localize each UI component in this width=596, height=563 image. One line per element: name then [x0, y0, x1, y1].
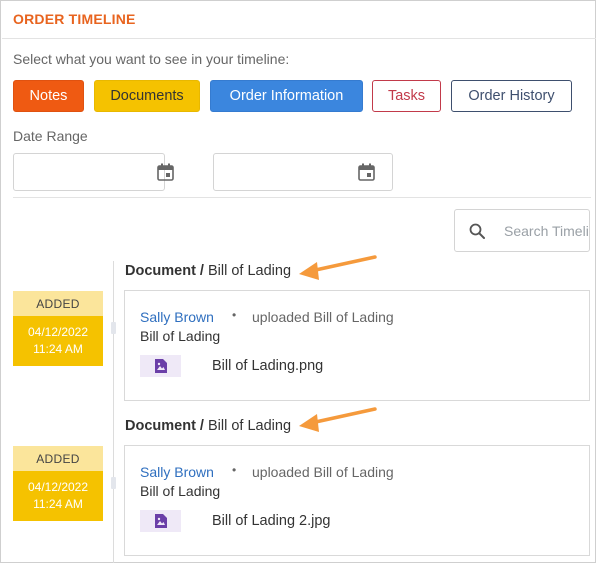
entry-date-badge: ADDED 04/12/2022 11:24 AM [13, 291, 103, 366]
entry-time: 11:24 AM [33, 342, 83, 356]
timeline-search[interactable] [454, 209, 590, 252]
filter-prompt: Select what you want to see in your time… [13, 51, 290, 67]
entry-heading: Document / Bill of Lading [125, 418, 291, 434]
notes-filter-button[interactable]: Notes [13, 80, 84, 112]
annotation-arrow [299, 255, 377, 280]
timeline-connector [111, 322, 116, 334]
image-file-icon [155, 359, 167, 373]
calendar-icon[interactable] [157, 163, 174, 181]
entry-description: Bill of Lading [140, 483, 221, 499]
entry-time: 11:24 AM [33, 497, 83, 511]
entry-action: uploaded Bill of Lading [252, 309, 394, 325]
documents-filter-button[interactable]: Documents [94, 80, 200, 112]
order-history-filter-button[interactable]: Order History [451, 80, 572, 112]
timeline-connector [111, 477, 116, 489]
entry-action: uploaded Bill of Lading [252, 464, 394, 480]
entry-heading: Document / Bill of Lading [125, 263, 291, 279]
timeline-line [113, 261, 114, 563]
annotation-arrow [299, 407, 377, 432]
file-thumbnail[interactable] [140, 510, 181, 532]
entry-separator: • [232, 463, 237, 477]
date-to-input[interactable] [213, 153, 393, 191]
date-range-label: Date Range [13, 128, 88, 144]
entry-subtype: Bill of Lading [207, 263, 292, 279]
entry-timestamp: 04/12/2022 11:24 AM [13, 471, 103, 521]
entry-date: 04/12/2022 [27, 325, 89, 339]
panel-header: ORDER TIMELINE [2, 1, 596, 39]
entry-separator: • [232, 308, 237, 322]
entry-date: 04/12/2022 [27, 480, 89, 494]
timeline-entry-card: Sally Brown • uploaded Bill of Lading Bi… [124, 290, 590, 401]
panel-title: ORDER TIMELINE [13, 11, 136, 27]
date-from-input[interactable] [13, 153, 174, 191]
file-name-link[interactable]: Bill of Lading 2.jpg [212, 513, 331, 529]
entry-date-badge: ADDED 04/12/2022 11:24 AM [13, 446, 103, 521]
entry-user-link[interactable]: Sally Brown [140, 464, 214, 480]
entry-type: Document / [125, 418, 204, 434]
tasks-filter-button[interactable]: Tasks [372, 80, 441, 112]
order-information-filter-button[interactable]: Order Information [210, 80, 363, 112]
order-timeline-panel: ORDER TIMELINE Select what you want to s… [0, 0, 596, 563]
image-file-icon [155, 514, 167, 528]
timeline-entry-card: Sally Brown • uploaded Bill of Lading Bi… [124, 445, 590, 556]
entry-status-badge: ADDED [13, 446, 103, 471]
file-thumbnail[interactable] [140, 355, 181, 377]
search-input[interactable] [504, 210, 589, 251]
entry-description: Bill of Lading [140, 328, 221, 344]
entry-user-link[interactable]: Sally Brown [140, 309, 214, 325]
entry-timestamp: 04/12/2022 11:24 AM [13, 316, 103, 366]
file-name-link[interactable]: Bill of Lading.png [212, 358, 323, 374]
entry-status-badge: ADDED [13, 291, 103, 316]
section-divider [13, 197, 591, 198]
entry-subtype: Bill of Lading [207, 418, 292, 434]
entry-type: Document / [125, 263, 204, 279]
search-icon [469, 223, 485, 239]
calendar-icon[interactable] [358, 163, 375, 181]
